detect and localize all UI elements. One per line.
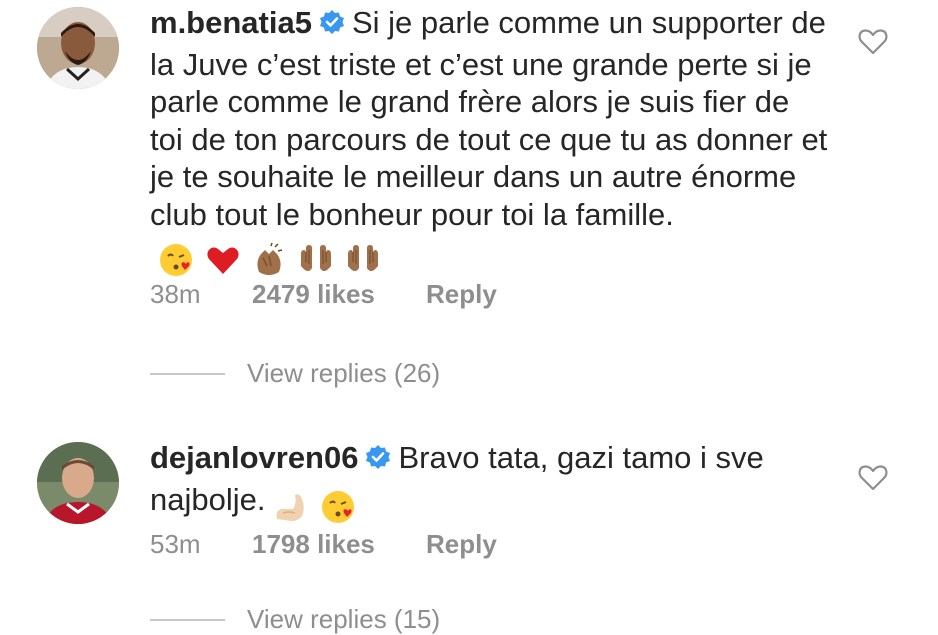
kissing-heart-emoji	[322, 491, 355, 524]
likes-count[interactable]: 2479 likes	[252, 279, 426, 310]
username[interactable]: m.benatia5	[150, 5, 312, 40]
comment-time: 38m	[150, 279, 201, 309]
comment-meta: 38m 2479 likes Reply	[150, 279, 497, 310]
clapping-hands-emoji	[257, 242, 283, 275]
view-replies-button[interactable]: View replies (26)	[150, 358, 440, 389]
palms-up-emoji	[300, 244, 331, 271]
user-avatar-image	[37, 7, 119, 89]
replies-divider	[150, 618, 225, 621]
reply-button[interactable]: Reply	[426, 529, 497, 560]
flexed-biceps-emoji	[276, 494, 305, 522]
username[interactable]: dejanlovren06	[150, 440, 358, 475]
comment-meta: 53m 1798 likes Reply	[150, 529, 497, 560]
view-replies-button[interactable]: View replies (15)	[150, 604, 440, 635]
like-heart-icon[interactable]	[858, 464, 890, 494]
emoji-row	[158, 239, 383, 278]
palms-up-emoji	[347, 244, 378, 271]
like-heart-icon[interactable]	[858, 28, 890, 58]
replies-divider	[150, 372, 225, 375]
view-replies-label: View replies (26)	[247, 358, 441, 388]
user-avatar-image	[37, 442, 119, 524]
comment-time: 53m	[150, 529, 201, 559]
avatar[interactable]	[37, 442, 119, 524]
verified-badge-icon	[364, 443, 392, 481]
emoji-row	[273, 487, 358, 526]
likes-count[interactable]: 1798 likes	[252, 529, 426, 560]
red-heart-emoji	[207, 247, 239, 274]
reply-button[interactable]: Reply	[426, 279, 497, 310]
avatar[interactable]	[37, 7, 119, 89]
verified-badge-icon	[318, 8, 346, 46]
kissing-heart-emoji	[160, 243, 192, 276]
view-replies-label: View replies (15)	[247, 604, 441, 634]
